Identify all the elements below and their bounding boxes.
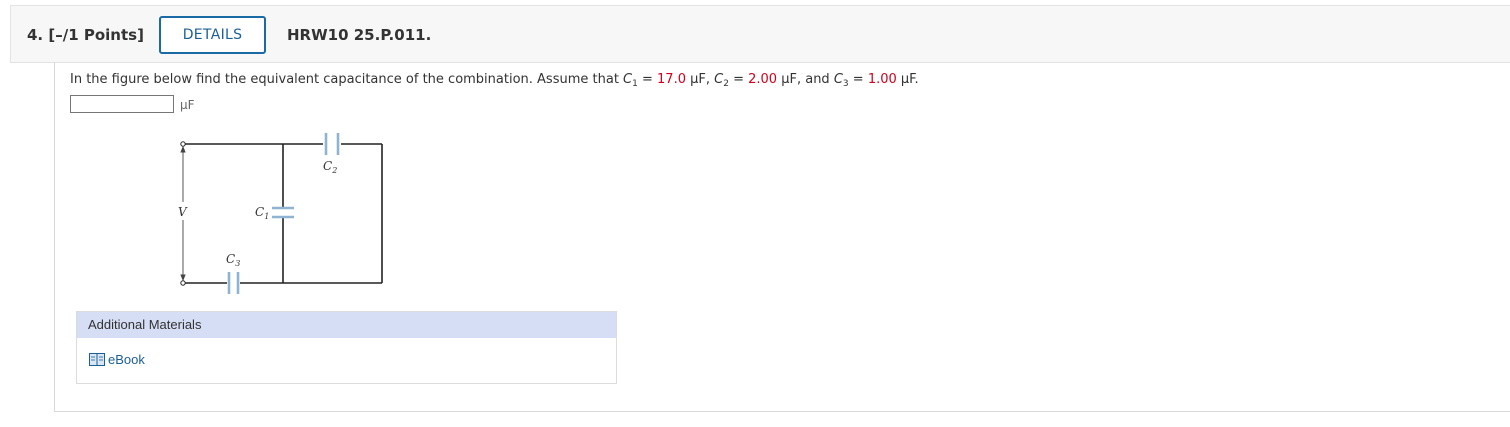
details-button[interactable]: DETAILS bbox=[159, 16, 266, 54]
c3-value: 1.00 bbox=[867, 72, 897, 87]
c3-subscript: 3 bbox=[842, 79, 849, 89]
c2-value: 2.00 bbox=[748, 72, 778, 87]
ebook-label: eBook bbox=[108, 352, 145, 367]
c1-unit: μF, bbox=[685, 72, 715, 87]
answer-input[interactable] bbox=[70, 95, 174, 113]
question-id: HRW10 25.P.011. bbox=[287, 26, 432, 44]
answer-unit: μF bbox=[180, 98, 195, 112]
question-body: In the figure below find the equivalent … bbox=[54, 62, 1510, 412]
c1-subscript: 1 bbox=[632, 79, 638, 89]
terminal-top bbox=[180, 141, 186, 147]
c2-symbol: C bbox=[714, 72, 724, 87]
label-c1: C1 bbox=[255, 205, 269, 221]
ebook-link[interactable]: eBook bbox=[89, 352, 145, 367]
capacitor-c1 bbox=[272, 206, 294, 219]
circuit-figure: C2 C1 C3 V bbox=[178, 133, 383, 294]
book-icon bbox=[89, 353, 105, 366]
c2-unit: μF, and bbox=[777, 72, 834, 87]
prompt-text: In the figure below find the equivalent … bbox=[70, 72, 624, 87]
question-header: 4. [–/1 Points] DETAILS HRW10 25.P.011. bbox=[10, 5, 1510, 63]
c2-subscript: 2 bbox=[723, 79, 729, 89]
question-number: 4. [–/1 Points] bbox=[27, 26, 144, 44]
c3-symbol: C bbox=[833, 72, 843, 87]
c1-symbol: C bbox=[623, 72, 633, 87]
label-c3: C3 bbox=[226, 252, 240, 268]
capacitor-c3 bbox=[227, 272, 240, 294]
additional-materials-header: Additional Materials bbox=[77, 312, 616, 338]
question-prompt: In the figure below find the equivalent … bbox=[70, 72, 919, 89]
terminal-bottom bbox=[180, 280, 186, 286]
capacitor-c2 bbox=[324, 133, 340, 155]
question-page: 4. [–/1 Points] DETAILS HRW10 25.P.011. … bbox=[0, 0, 1510, 427]
additional-materials: Additional Materials eBook bbox=[76, 311, 617, 384]
c3-equals: = bbox=[848, 72, 868, 87]
circuit-wires bbox=[183, 143, 383, 284]
label-v: V bbox=[178, 205, 188, 219]
c3-unit: μF. bbox=[896, 72, 919, 87]
c1-value: 17.0 bbox=[657, 72, 686, 87]
c2-equals: = bbox=[728, 72, 749, 87]
c1-equals: = bbox=[637, 72, 658, 87]
label-c2: C2 bbox=[323, 159, 337, 175]
